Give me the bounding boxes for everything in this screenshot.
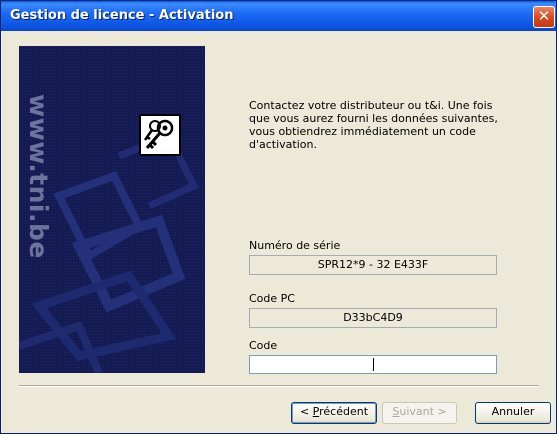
- close-button[interactable]: ✕: [533, 6, 555, 28]
- code-label: Code: [249, 339, 278, 352]
- keys-icon: [139, 114, 181, 156]
- serial-number-field[interactable]: SPR12*9 - 32 E433F: [249, 255, 497, 275]
- brand-banner: www.tni.be ti: [19, 46, 205, 373]
- title-bar[interactable]: Gestion de licence - Activation ✕: [1, 1, 556, 31]
- pc-code-label: Code PC: [249, 292, 295, 305]
- text-caret: [373, 358, 374, 371]
- pc-code-field[interactable]: D33bC4D9: [249, 308, 497, 328]
- activation-dialog: Gestion de licence - Activation ✕ www.tn…: [0, 0, 557, 434]
- next-button[interactable]: Suivant >: [382, 402, 457, 424]
- next-label: uivant >: [399, 405, 447, 418]
- button-separator: [19, 385, 539, 387]
- previous-prefix: <: [299, 405, 313, 418]
- serial-number-label: Numéro de série: [249, 239, 341, 252]
- window-title: Gestion de licence - Activation: [10, 8, 234, 23]
- close-icon: ✕: [537, 7, 551, 25]
- cancel-button[interactable]: Annuler: [475, 402, 551, 424]
- website-url: www.tni.be: [24, 94, 53, 259]
- previous-button[interactable]: < Précédent: [291, 402, 377, 424]
- instructions-text: Contactez votre distributeur ou t&i. Une…: [249, 99, 498, 151]
- previous-label: récédent: [319, 405, 369, 418]
